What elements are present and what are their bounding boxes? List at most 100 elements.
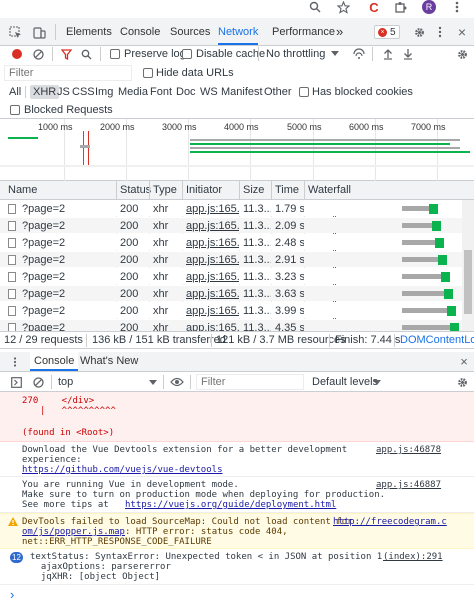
record-icon[interactable]	[12, 49, 22, 59]
console-filter-input[interactable]	[196, 374, 304, 390]
column-header-initiator[interactable]: Initiator	[182, 181, 222, 200]
type-filter-img[interactable]: Img	[95, 85, 113, 99]
more-tabs-button[interactable]: »	[336, 18, 343, 46]
column-header-time[interactable]: Time	[271, 181, 299, 200]
cell-initiator[interactable]: app.js:165...	[182, 269, 239, 285]
tab-console[interactable]: Console	[120, 18, 160, 46]
drawer-menu-icon[interactable]	[10, 357, 20, 367]
column-header-status[interactable]: Status	[116, 181, 151, 200]
kebab-menu-icon[interactable]	[452, 0, 462, 14]
source-map-link[interactable]: http://freecodegram.c	[333, 517, 447, 527]
log-levels-select[interactable]: Default levels	[312, 374, 378, 390]
vue-deployment-guide-link[interactable]: https://vuejs.org/guide/deployment.html	[125, 500, 336, 510]
column-header-type[interactable]: Type	[149, 181, 177, 200]
clear-console-icon[interactable]	[32, 376, 44, 388]
search-icon[interactable]	[80, 48, 92, 60]
type-filter-ws[interactable]: WS	[200, 85, 218, 99]
console-settings-gear-icon[interactable]	[455, 375, 469, 389]
cell-initiator[interactable]: app.js:165...	[182, 286, 239, 302]
error-badge[interactable]: × 5	[374, 25, 400, 39]
source-link[interactable]: app.js:46878	[376, 445, 441, 455]
type-filter-font[interactable]: Font	[150, 85, 172, 99]
device-toolbar-icon[interactable]	[32, 25, 46, 39]
blocked-requests-checkbox[interactable]	[10, 105, 20, 115]
dropdown-arrow-icon[interactable]	[330, 49, 340, 59]
cell-initiator[interactable]: app.js:165...	[182, 252, 239, 268]
table-row[interactable]: ?page=2 200 xhr app.js:165... 11.3... 1.79 s	[0, 200, 462, 216]
table-row[interactable]: ?page=2 200 xhr app.js:165... 11.3... 3.63 s	[0, 285, 462, 301]
preserve-log-label: Preserve log	[124, 48, 186, 60]
vue-devtools-link[interactable]: https://github.com/vuejs/vue-devtools	[22, 465, 222, 475]
warning-triangle-icon	[8, 517, 18, 527]
has-blocked-cookies-checkbox[interactable]	[299, 87, 309, 97]
network-overview[interactable]: 1000 ms 2000 ms 3000 ms 4000 ms 5000 ms …	[0, 119, 474, 181]
source-link[interactable]: (index):291	[383, 552, 443, 562]
network-settings-gear-icon[interactable]	[455, 47, 469, 61]
puzzle-icon[interactable]	[394, 0, 408, 14]
type-filter-all[interactable]: All	[9, 85, 21, 99]
cell-initiator[interactable]: app.js:165...	[182, 303, 239, 319]
extension-icon[interactable]: C	[368, 0, 380, 15]
hide-data-urls-checkbox[interactable]	[143, 68, 153, 78]
avatar-initial: R	[425, 2, 433, 12]
cell-status: 200	[120, 220, 139, 232]
table-row[interactable]: ?page=2 200 xhr app.js:165... 11.3... 3.99 s	[0, 302, 462, 318]
drawer-tab-whats-new[interactable]: What's New	[80, 352, 138, 371]
clear-icon[interactable]	[32, 48, 44, 60]
console-prompt[interactable]: ›	[0, 585, 474, 613]
table-scrollbar-thumb[interactable]	[464, 250, 472, 314]
table-row[interactable]: ?page=2 200 xhr app.js:165... 11.3... 2.48 s	[0, 234, 462, 250]
console-sidebar-icon[interactable]	[10, 376, 22, 388]
type-filter-js[interactable]: JS	[57, 85, 70, 99]
type-filter-css[interactable]: CSS	[72, 85, 95, 99]
preserve-log-checkbox[interactable]	[110, 49, 120, 59]
export-har-icon[interactable]	[402, 47, 414, 61]
drawer-tab-console[interactable]: Console	[30, 352, 79, 371]
live-expression-eye-icon[interactable]	[170, 375, 184, 389]
table-scrollbar[interactable]	[462, 200, 474, 331]
table-row[interactable]: ?page=2 200 xhr app.js:165... 11.3... 3.23 s	[0, 268, 462, 284]
throttling-select[interactable]: No throttling	[266, 46, 325, 62]
type-filter-doc[interactable]: Doc	[176, 85, 196, 99]
type-filter-media[interactable]: Media	[118, 85, 148, 99]
column-header-name[interactable]: Name	[4, 181, 37, 200]
context-selector[interactable]: top	[58, 374, 73, 390]
settings-gear-icon[interactable]	[412, 25, 426, 39]
cell-initiator[interactable]: app.js:165...	[182, 235, 239, 251]
filter-funnel-icon[interactable]	[60, 48, 72, 60]
source-link[interactable]: app.js:46887	[376, 480, 441, 490]
import-har-icon[interactable]	[382, 47, 394, 61]
table-row[interactable]: ?page=2 200 xhr app.js:165... 11.3... 2.91 s	[0, 251, 462, 267]
type-filter-manifest[interactable]: Manifest	[221, 85, 263, 99]
finish-time: Finish: 7.44 s	[335, 334, 401, 346]
search-icon[interactable]	[308, 0, 322, 14]
overview-tick-label: 7000 ms	[411, 122, 446, 132]
filter-input[interactable]	[4, 65, 132, 81]
table-row[interactable]: ?page=2 200 xhr app.js:165... 11.3... 2.09 s	[0, 217, 462, 233]
kebab-menu-icon[interactable]	[436, 25, 444, 39]
close-drawer-icon[interactable]: ×	[458, 354, 470, 369]
cell-initiator[interactable]: app.js:165...	[182, 218, 239, 234]
document-icon	[8, 221, 16, 231]
tab-sources[interactable]: Sources	[170, 18, 210, 46]
tab-network[interactable]: Network	[218, 18, 259, 45]
resource-type-filters: All XHR JS CSS Img Media Font Doc WS Man…	[0, 83, 474, 101]
type-filter-xhr[interactable]: XHR	[30, 85, 60, 99]
avatar[interactable]: R	[422, 0, 436, 14]
tab-performance[interactable]: Performance	[272, 18, 335, 46]
type-filter-other[interactable]: Other	[264, 85, 292, 99]
dropdown-arrow-icon[interactable]	[372, 378, 382, 388]
inspect-element-icon[interactable]	[8, 25, 22, 39]
dropdown-arrow-icon[interactable]	[148, 378, 158, 388]
tab-elements[interactable]: Elements	[66, 18, 112, 46]
cell-status: 200	[120, 288, 139, 300]
column-header-size[interactable]: Size	[239, 181, 264, 200]
source-map-link[interactable]: om/js/popper.js.map	[22, 527, 125, 537]
overview-activity	[0, 165, 474, 167]
network-conditions-icon[interactable]	[352, 47, 366, 61]
column-header-waterfall[interactable]: Waterfall	[304, 181, 351, 200]
close-devtools-icon[interactable]: ×	[456, 24, 468, 40]
disable-cache-checkbox[interactable]	[182, 49, 192, 59]
cell-initiator[interactable]: app.js:165...	[182, 201, 239, 217]
star-icon[interactable]	[336, 0, 350, 14]
